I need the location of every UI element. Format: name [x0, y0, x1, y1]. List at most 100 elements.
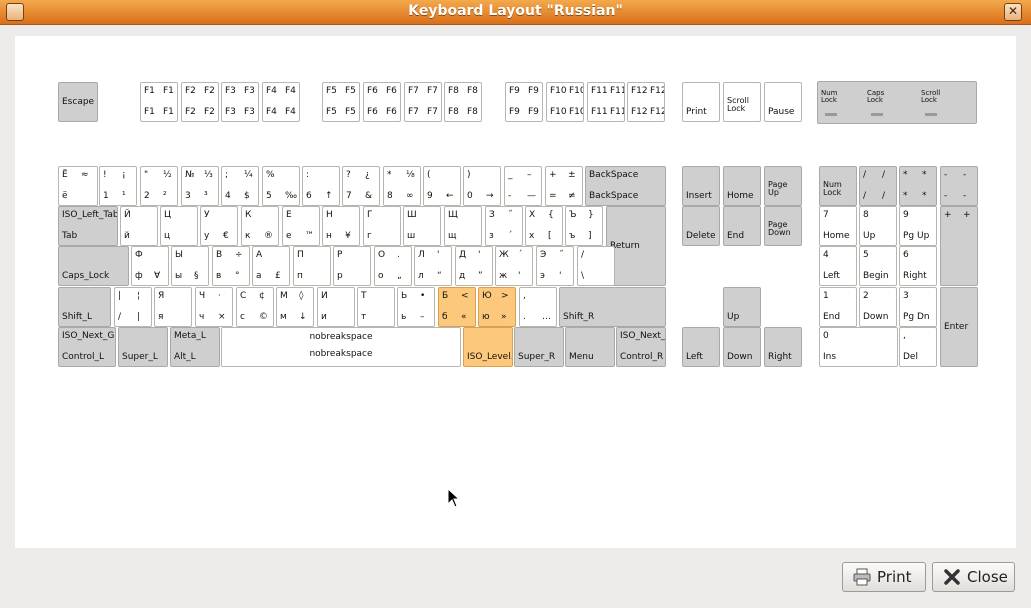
key-digit-9[interactable]: (9 ← [423, 166, 461, 206]
key-kp-subtract[interactable]: - - - - [940, 166, 978, 206]
key-e[interactable]: Уу € [200, 206, 238, 246]
key-slash[interactable]: ,.… [519, 287, 557, 327]
key-i[interactable]: Шш [403, 206, 441, 246]
key-kp-add[interactable]: + + [940, 206, 978, 286]
window-menu-button[interactable] [6, 3, 24, 21]
key-kp-0[interactable]: 0 Ins [819, 327, 898, 367]
key-semicolon[interactable]: Ж ´ ж ' [495, 246, 533, 286]
key-num-lock[interactable]: Num Lock [819, 166, 857, 206]
key-apostrophe[interactable]: Э ˝ э ' [536, 246, 574, 286]
key-period[interactable]: Ю > ю » [478, 287, 516, 327]
key-f3[interactable]: F3 F3 F3 F3 [221, 82, 259, 122]
key-digit-6[interactable]: : 6 ↑ [302, 166, 340, 206]
key-m[interactable]: Ь • ь – [397, 287, 435, 327]
key-control-l[interactable]: ISO_Next_Gr... Control_L [58, 327, 116, 367]
key-bracket-right[interactable]: Ъ} ъ] [565, 206, 603, 246]
key-kp-4[interactable]: 4 Left [819, 246, 857, 286]
key-digit-3[interactable]: № ⅓ 3 ³ [181, 166, 219, 206]
key-home[interactable]: Home [723, 166, 761, 206]
key-f10[interactable]: F10 F10 F10 F10 [546, 82, 584, 122]
key-kp-multiply[interactable]: * * * * [899, 166, 937, 206]
key-k[interactable]: Л ' л “ [414, 246, 452, 286]
key-page-up[interactable]: Page Up [764, 166, 802, 206]
key-b[interactable]: Ии [317, 287, 355, 327]
key-f[interactable]: Аа £ [252, 246, 290, 286]
key-return[interactable]: Return [606, 206, 666, 286]
key-kp-7[interactable]: 7 Home [819, 206, 857, 246]
key-comma[interactable]: Б < б « [438, 287, 476, 327]
key-s[interactable]: Ыы § [171, 246, 209, 286]
key-digit-8[interactable]: * ⅛ 8 ∞ [383, 166, 421, 206]
key-right[interactable]: Right [764, 327, 802, 367]
key-kp-enter[interactable]: Enter [940, 287, 978, 367]
key-end[interactable]: End [723, 206, 761, 246]
key-l[interactable]: Д ' д ” [455, 246, 493, 286]
key-kp-decimal[interactable]: , Del [899, 327, 937, 367]
key-kp-8[interactable]: 8 Up [859, 206, 897, 246]
key-less-greater[interactable]: | ¦ / | [114, 287, 152, 327]
key-digit-5[interactable]: % 5 ‰ [262, 166, 300, 206]
key-c[interactable]: С ¢ с © [236, 287, 274, 327]
key-j[interactable]: О. о „ [374, 246, 412, 286]
key-kp-divide[interactable]: / / / / [859, 166, 897, 206]
key-d[interactable]: В ÷ в ° [212, 246, 250, 286]
key-f11[interactable]: F11 F11 F11 F11 [587, 82, 625, 122]
key-kp-3[interactable]: 3 Pg Dn [899, 287, 937, 327]
key-kp-2[interactable]: 2 Down [859, 287, 897, 327]
key-f2[interactable]: F2 F2 F2 F2 [181, 82, 219, 122]
key-a[interactable]: Фф ꓯ [131, 246, 169, 286]
key-backspace[interactable]: BackSpace BackSpace [585, 166, 666, 206]
key-n[interactable]: Тт [357, 287, 395, 327]
key-kp-9[interactable]: 9 Pg Up [899, 206, 937, 246]
key-z[interactable]: Яя [154, 287, 192, 327]
key-page-down[interactable]: Page Down [764, 206, 802, 246]
key-h[interactable]: Рр [333, 246, 371, 286]
key-digit-0[interactable]: ) 0 → [463, 166, 501, 206]
key-shift-l[interactable]: Shift_L [58, 287, 111, 327]
key-f12[interactable]: F12 F12 F12 F12 [627, 82, 665, 122]
close-button[interactable]: Close [932, 562, 1015, 592]
key-kp-1[interactable]: 1 End [819, 287, 857, 327]
key-digit-7[interactable]: ? ¿ 7 & [342, 166, 380, 206]
title-bar[interactable]: Keyboard Layout "Russian" ✕ [0, 0, 1031, 25]
key-w[interactable]: Цц [160, 206, 198, 246]
key-equal[interactable]: + ± = ≠ [545, 166, 583, 206]
key-space[interactable]: nobreakspace nobreakspace [221, 327, 461, 367]
key-down[interactable]: Down [723, 327, 761, 367]
key-kp-6[interactable]: 6 Right [899, 246, 937, 286]
key-print[interactable]: Print [682, 82, 720, 122]
key-super-l[interactable]: Super_L [118, 327, 168, 367]
key-control-r[interactable]: ISO_Next_... Control_R [616, 327, 666, 367]
key-escape[interactable]: Escape [58, 82, 98, 122]
key-f6[interactable]: F6 F6 F6 F6 [363, 82, 401, 122]
print-button[interactable]: Print [842, 562, 926, 592]
key-f8[interactable]: F8 F8 F8 F8 [444, 82, 482, 122]
key-digit-1[interactable]: ! ¡ 1 ¹ [99, 166, 137, 206]
key-left[interactable]: Left [682, 327, 720, 367]
key-x[interactable]: Ч · ч × [195, 287, 233, 327]
key-y[interactable]: Нн ¥ [322, 206, 360, 246]
key-grave[interactable]: Ё ≈ ё [58, 166, 98, 206]
key-delete[interactable]: Delete [682, 206, 720, 246]
key-f4[interactable]: F4 F4 F4 F4 [262, 82, 300, 122]
key-alt-l[interactable]: Meta_L Alt_L [170, 327, 220, 367]
key-tab[interactable]: ISO_Left_Tab Tab [58, 206, 118, 246]
key-pause[interactable]: Pause [764, 82, 802, 122]
key-scroll-lock[interactable]: Scroll Lock [723, 82, 761, 122]
key-t[interactable]: Ее ™ [282, 206, 320, 246]
key-v[interactable]: М ◊ м ↓ [276, 287, 314, 327]
key-q[interactable]: Йй [120, 206, 158, 246]
key-insert[interactable]: Insert [682, 166, 720, 206]
window-close-icon[interactable]: ✕ [1004, 3, 1022, 21]
key-f5[interactable]: F5 F5 F5 F5 [322, 82, 360, 122]
key-menu[interactable]: Menu [565, 327, 615, 367]
key-kp-5[interactable]: 5 Begin [859, 246, 897, 286]
key-f7[interactable]: F7 F7 F7 F7 [404, 82, 442, 122]
key-p[interactable]: З ˝ з ´ [485, 206, 523, 246]
key-g[interactable]: Пп [293, 246, 331, 286]
key-bracket-left[interactable]: Х {х [ [525, 206, 563, 246]
key-r[interactable]: Кк ® [241, 206, 279, 246]
key-f9[interactable]: F9 F9 F9 F9 [505, 82, 543, 122]
key-f1[interactable]: F1 F1 F1 F1 [140, 82, 178, 122]
key-up[interactable]: Up [723, 287, 761, 327]
